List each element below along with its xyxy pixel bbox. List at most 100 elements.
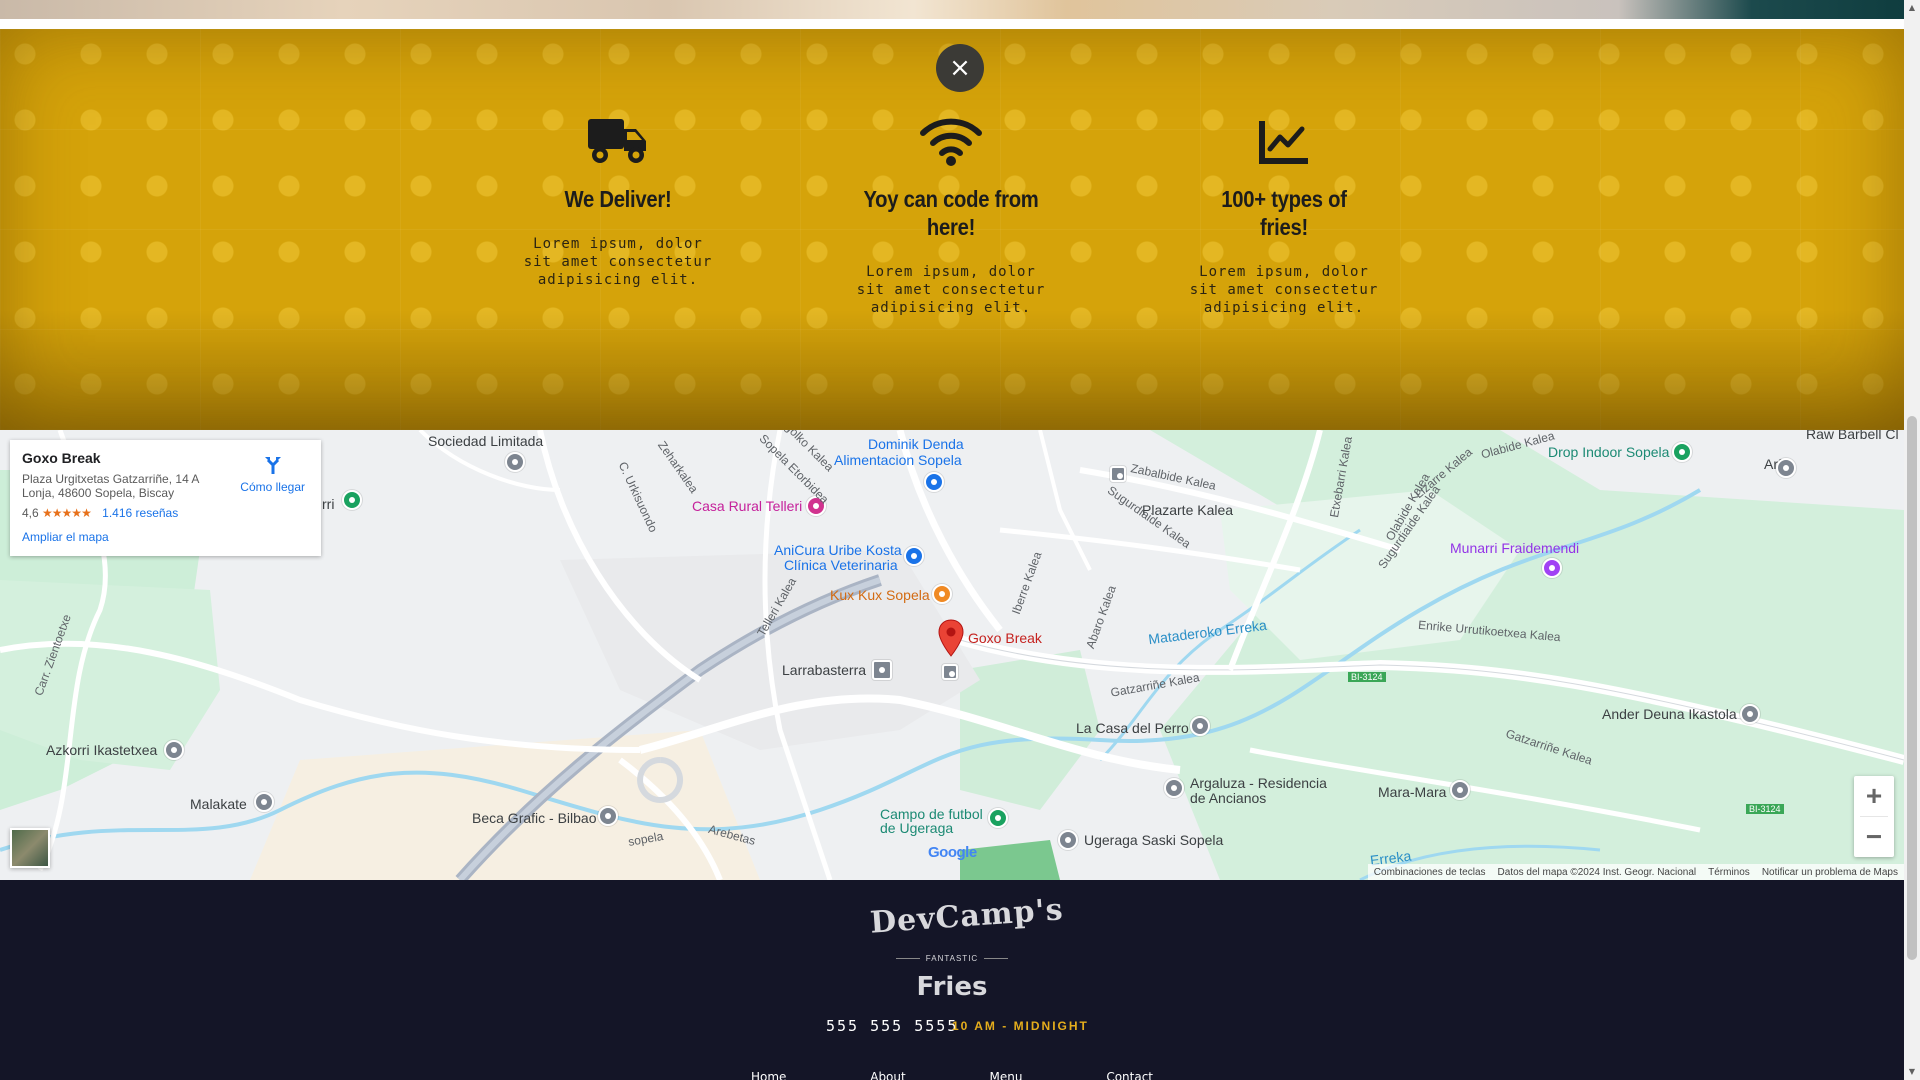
map-label: AniCura Uribe Kosta [774, 542, 902, 558]
page: × We Deliver! Lorem ipsum, dolor sit ame… [0, 0, 1904, 1080]
shop-pin-icon[interactable] [924, 472, 944, 492]
zoom-controls: + − [1854, 776, 1894, 857]
gym-pin-icon[interactable] [1672, 442, 1692, 462]
enlarge-map-link[interactable]: Ampliar el mapa [22, 530, 309, 544]
map-label-goxo: Goxo Break [968, 630, 1042, 646]
features-section: × We Deliver! Lorem ipsum, dolor sit ame… [0, 29, 1904, 430]
map-label: Beca Grafic - Bilbao [472, 810, 597, 826]
logo-subtitle: FANTASTIC [870, 954, 1034, 963]
logo-title: DevCamp's [868, 892, 1065, 941]
feature-delivery: We Deliver! Lorem ipsum, dolor sit amet … [518, 115, 718, 289]
phone-number: 555 555 5555 [826, 1017, 959, 1035]
directions-label: Cómo llegar [240, 480, 305, 494]
place-pin-icon[interactable] [505, 452, 525, 472]
zoom-out-button[interactable]: − [1854, 817, 1894, 857]
truck-icon [588, 119, 646, 163]
logo-fries: Fries [916, 972, 988, 1002]
place-pin-icon[interactable] [1542, 558, 1562, 578]
scrollbar-thumb[interactable] [1907, 416, 1917, 960]
place-address: Plaza Urgitxetas Gatzarriñe, 14 A Lonja,… [22, 472, 199, 500]
page-scrollbar[interactable]: ▲ ▼ [1904, 0, 1920, 1080]
directions-button[interactable]: Cómo llegar [240, 454, 305, 494]
footer-link-about[interactable]: About [870, 1070, 905, 1080]
map-label: Clínica Veterinaria [784, 557, 898, 573]
footer-link-menu[interactable]: Menu [990, 1070, 1023, 1080]
stadium-pin-icon[interactable] [988, 808, 1008, 828]
map-label: Sociedad Limitada [428, 433, 544, 449]
map-label: Casa Rural Telleri [692, 498, 803, 514]
place-pin-icon[interactable] [1058, 830, 1078, 850]
place-pin-icon[interactable] [1164, 778, 1184, 798]
school-pin-icon[interactable] [1740, 704, 1760, 724]
report-problem-link[interactable]: Notificar un problema de Maps [1762, 867, 1898, 878]
hero-image-bottom-edge [0, 0, 1904, 19]
map-label: Malakate [190, 796, 247, 812]
feature-text: Lorem ipsum, dolor sit amet consectetur … [523, 236, 713, 288]
keyboard-shortcuts-link[interactable]: Combinaciones de teclas [1374, 867, 1486, 878]
google-logo-text: Google [928, 844, 977, 861]
map-attribution: Combinaciones de teclas Datos del mapa ©… [1367, 864, 1904, 880]
road-shield: BI-3124 [1348, 672, 1386, 682]
zoom-in-button[interactable]: + [1854, 776, 1894, 816]
map-label: de Ugeraga [880, 820, 954, 836]
google-map[interactable]: Goxo Break Plaza Urgitxetas Gatzarriñe, … [0, 430, 1904, 880]
map-label: La Casa del Perro [1076, 720, 1189, 736]
map-label: Dominik Denda [868, 436, 964, 452]
map-label: Alimentacion Sopela [834, 452, 962, 468]
feature-fries: 100+ types of fries! Lorem ipsum, dolor … [1184, 115, 1384, 317]
scroll-down-arrow-icon[interactable]: ▼ [1904, 1064, 1920, 1080]
bus-stop-icon[interactable] [1110, 466, 1126, 482]
place-pin-icon[interactable] [1450, 780, 1470, 800]
metro-station-icon[interactable] [872, 660, 892, 680]
terms-link[interactable]: Términos [1708, 867, 1750, 878]
map-label: Argaluza - Residencia [1190, 775, 1327, 791]
map-label: Kux Kux Sopela [830, 587, 930, 603]
place-pin-icon[interactable] [342, 490, 362, 510]
goxo-break-marker-icon[interactable] [938, 619, 964, 657]
scroll-up-arrow-icon[interactable]: ▲ [1904, 0, 1920, 16]
opening-hours: 10 AM - MIDNIGHT [952, 1019, 1089, 1033]
map-label: rri [322, 496, 335, 512]
reviews-link[interactable]: 1.416 reseñas [102, 506, 178, 520]
footer: DevCamp's FANTASTIC Fries 555 555 5555 1… [0, 880, 1904, 1080]
divider [0, 19, 1904, 29]
map-label: Ugeraga Saski Sopela [1084, 832, 1224, 848]
map-data-text: Datos del mapa ©2024 Inst. Geogr. Nacion… [1497, 866, 1697, 878]
map-label: Munarri Fraidemendi [1450, 540, 1580, 556]
map-label: Raw Barbell Cl [1806, 430, 1899, 442]
place-pin-icon[interactable] [1190, 716, 1210, 736]
rating-value: 4,6 [22, 506, 39, 520]
place-rating-row: 4,6 ★★★★★ 1.416 reseñas [22, 506, 309, 520]
place-pin-icon[interactable] [254, 792, 274, 812]
google-logo: Google [928, 844, 977, 861]
map-label: Ander Deuna Ikastola [1602, 706, 1737, 722]
rating-stars-icon: ★★★★★ [42, 506, 92, 520]
bus-stop-icon[interactable] [942, 664, 958, 680]
map-label: Larrabasterra [782, 662, 867, 678]
place-card: Goxo Break Plaza Urgitxetas Gatzarriñe, … [10, 440, 321, 556]
close-button[interactable]: × [936, 44, 984, 92]
footer-nav: Home About Menu Contact [0, 1070, 1904, 1080]
road-shield: BI-3124 [1746, 804, 1784, 814]
vet-pin-icon[interactable] [904, 546, 924, 566]
feature-title: We Deliver! [564, 186, 672, 212]
devcamp-logo[interactable]: DevCamp's FANTASTIC Fries [868, 890, 1065, 1010]
map-label: Drop Indoor Sopela [1548, 444, 1670, 460]
close-icon: × [949, 53, 971, 83]
footer-link-contact[interactable]: Contact [1106, 1070, 1153, 1080]
feature-title: Yoy can code from here! [863, 186, 1039, 240]
footer-link-home[interactable]: Home [751, 1070, 786, 1080]
restaurant-pin-icon[interactable] [932, 584, 952, 604]
map-label: Azkorri Ikastetxea [46, 742, 158, 758]
chart-line-icon [1259, 121, 1308, 164]
school-pin-icon[interactable] [164, 740, 184, 760]
satellite-layer-toggle[interactable] [10, 828, 50, 868]
map-label: Mara-Mara [1378, 784, 1447, 800]
place-pin-icon[interactable] [598, 806, 618, 826]
feature-title: 100+ types of fries! [1221, 186, 1347, 240]
wifi-icon [920, 118, 982, 166]
feature-text: Lorem ipsum, dolor sit amet consectetur … [1189, 264, 1379, 316]
place-pin-icon[interactable] [1776, 458, 1796, 478]
directions-icon [264, 457, 281, 474]
feature-text: Lorem ipsum, dolor sit amet consectetur … [856, 264, 1046, 316]
